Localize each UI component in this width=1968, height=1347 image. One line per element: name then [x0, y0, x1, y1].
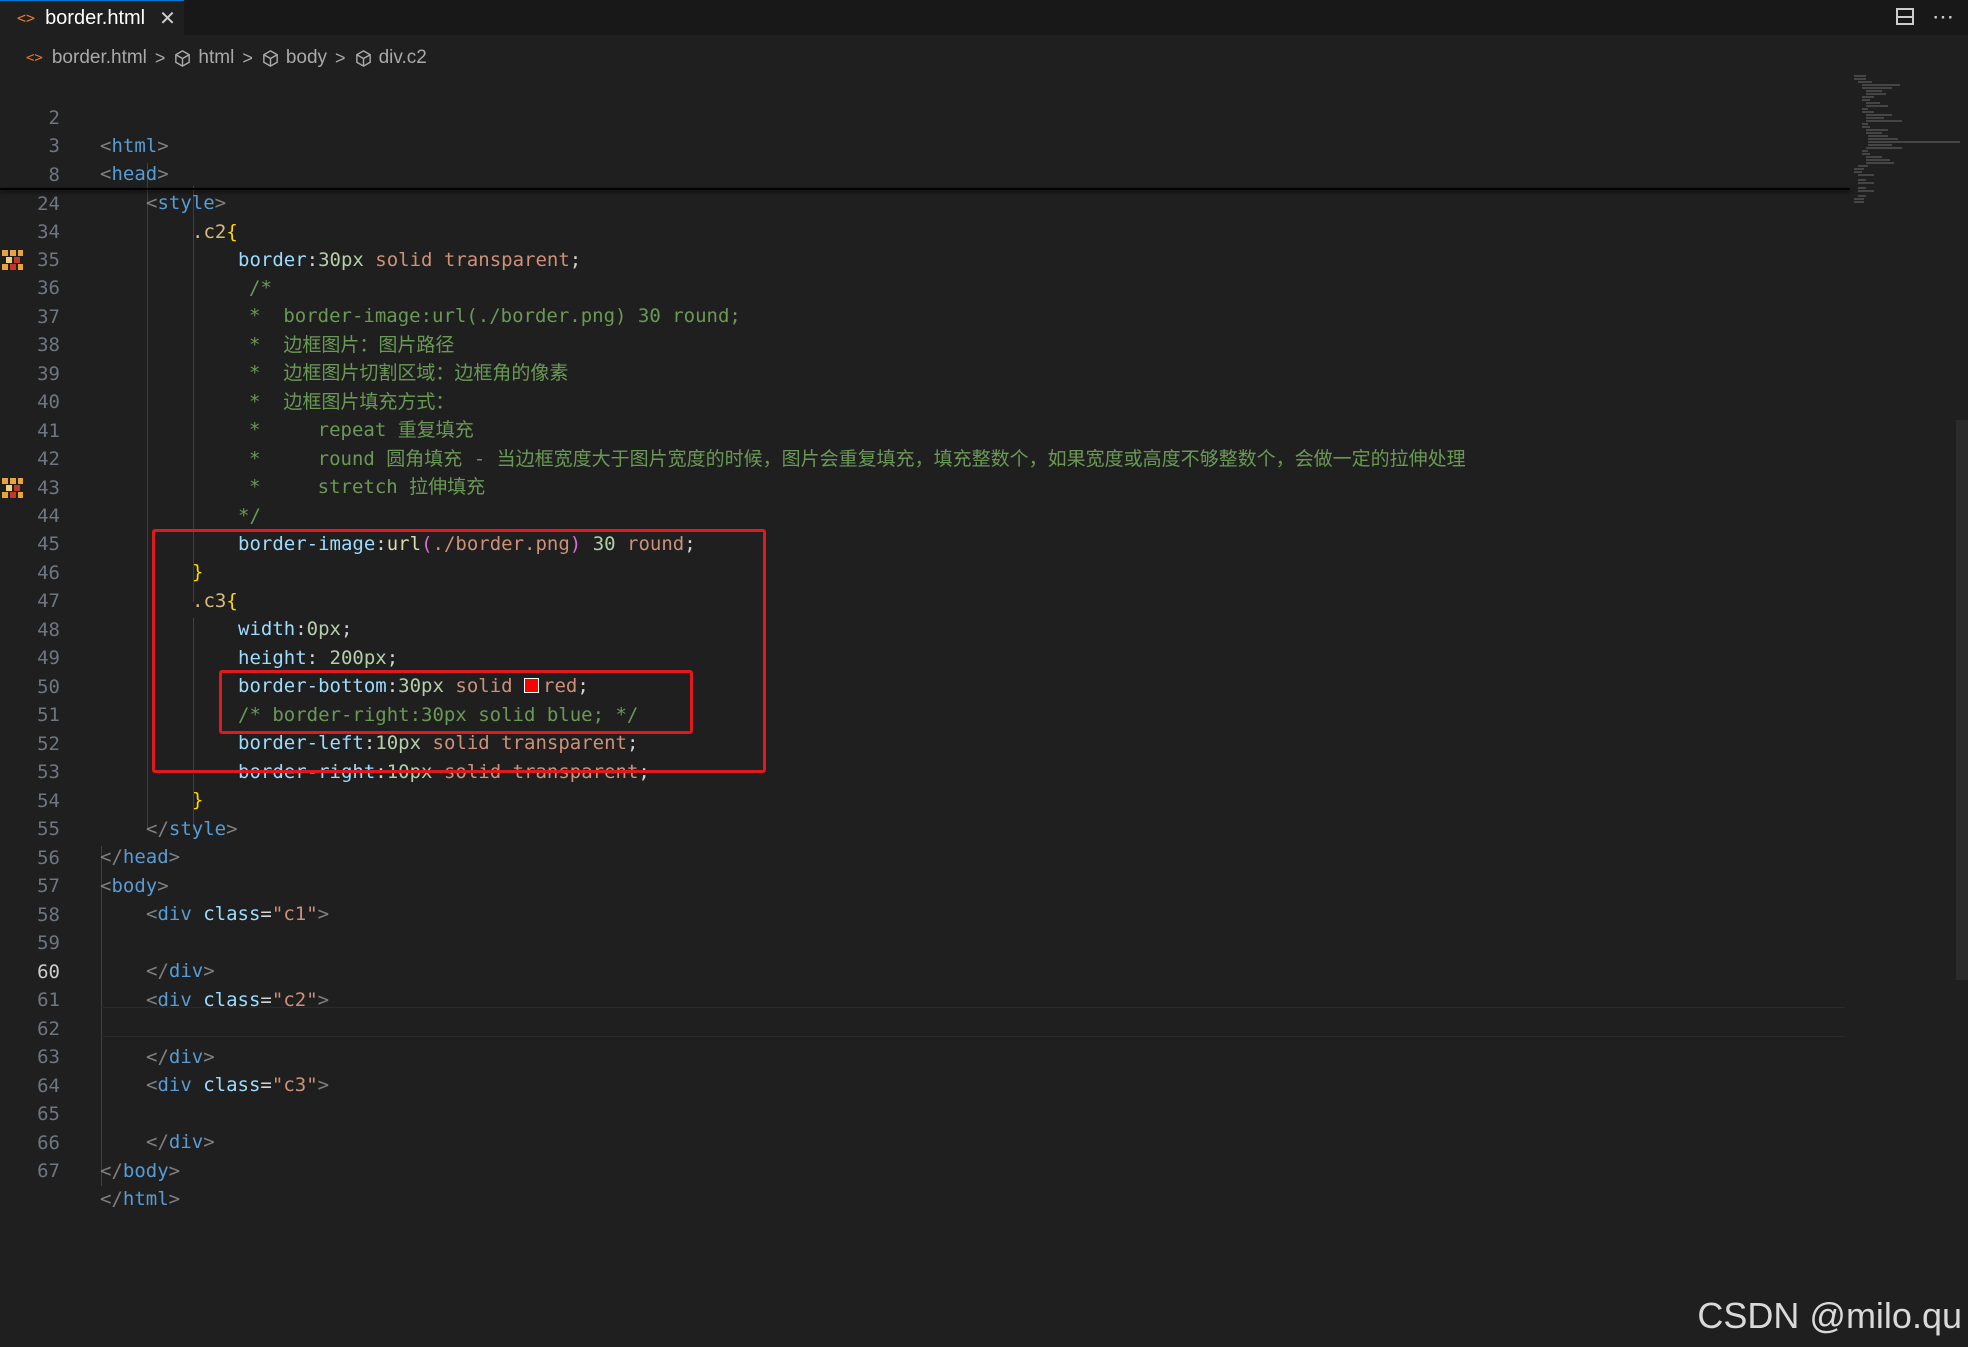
code-line[interactable]: 38 * 边框图片切割区域：边框角的像素 — [0, 303, 1850, 384]
breadcrumb-file-label: border.html — [51, 47, 147, 68]
code-line[interactable]: 58 — [0, 873, 1850, 926]
tab-border-html[interactable]: <> border.html ✕ — [0, 0, 184, 35]
minimap[interactable] — [1852, 74, 1962, 214]
code-line[interactable]: 44 border-image:url(./border.png) 30 rou… — [0, 474, 1850, 555]
code-line[interactable]: 60 <div class="c2"> — [0, 930, 1850, 1011]
code-line[interactable]: 35 /* — [0, 218, 1850, 299]
vertical-scrollbar[interactable] — [1956, 420, 1968, 980]
code-line[interactable]: 62 </div> — [0, 987, 1850, 1068]
code-line[interactable]: 45 } — [0, 502, 1850, 583]
code-line[interactable]: 65 </div> — [0, 1072, 1850, 1153]
code-line[interactable]: 37 * 边框图片：图片路径 — [0, 275, 1850, 356]
breadcrumb: <> border.html > html > body > div.c2 — [26, 44, 427, 72]
chevron-right-icon: > — [154, 47, 166, 68]
html-file-icon: <> — [26, 50, 43, 66]
close-icon[interactable]: ✕ — [159, 6, 176, 31]
code-line[interactable]: 41 * round 圆角填充 - 当边框宽度大于图片宽度的时候，图片会重复填充… — [0, 389, 1850, 470]
code-line[interactable]: 2 <html> — [0, 76, 1850, 157]
code-line[interactable]: 67 </html> — [0, 1129, 1850, 1210]
code-line[interactable]: 64 — [0, 1044, 1850, 1097]
code-line[interactable]: 57 <div class="c1"> — [0, 844, 1850, 925]
tab-bar: <> border.html ✕ ⋯ — [0, 0, 1968, 35]
breadcrumb-file[interactable]: <> border.html — [26, 47, 147, 69]
code-line[interactable]: 43 */ — [0, 446, 1850, 527]
chevron-right-icon: > — [335, 47, 346, 68]
breadcrumb-label: html — [198, 47, 235, 68]
breadcrumb-label: div.c2 — [378, 47, 427, 68]
breadcrumb-item-body[interactable]: body — [261, 47, 327, 69]
breadcrumb-item-html[interactable]: html — [173, 47, 234, 69]
split-editor-icon[interactable] — [1896, 8, 1914, 25]
breadcrumb-label: body — [285, 47, 328, 68]
code-line[interactable]: 3 <head> — [0, 104, 1850, 185]
line-number: 67 — [37, 1160, 60, 1182]
tab-label: border.html — [45, 6, 146, 29]
html-file-icon: <> — [17, 9, 36, 27]
code-line[interactable]: 8 <style> — [0, 133, 1850, 214]
element-cube-icon — [262, 49, 278, 67]
code-line[interactable]: 61 — [0, 958, 1850, 1011]
code-line[interactable]: 39 * 边框图片填充方式： — [0, 332, 1850, 413]
code-editor[interactable]: 2 <html> 3 <head> 8 <style> 24 .c2{ 34 b… — [0, 76, 1968, 1347]
code-line[interactable]: 24 .c2{ — [0, 162, 1850, 243]
code-line[interactable]: 56 <body> — [0, 816, 1850, 897]
element-cube-icon — [175, 49, 191, 67]
chevron-right-icon: > — [242, 47, 253, 68]
code-line[interactable]: 55 </head> — [0, 787, 1850, 868]
code-line[interactable]: 42 * stretch 拉伸填充 — [0, 417, 1850, 498]
code-line[interactable]: 63 <div class="c3"> — [0, 1015, 1850, 1096]
more-actions-icon[interactable]: ⋯ — [1932, 4, 1954, 30]
code-line[interactable]: 40 * repeat 重复填充 — [0, 360, 1850, 441]
watermark: CSDN @milo.qu — [1697, 1295, 1962, 1336]
element-cube-icon — [355, 49, 371, 67]
code-line[interactable]: 34 border:30px solid transparent; — [0, 190, 1850, 271]
highlight-box-c3-rule — [152, 529, 766, 773]
code-line[interactable]: 66 </body> — [0, 1101, 1850, 1182]
breadcrumb-item-div-c2[interactable]: div.c2 — [354, 47, 427, 69]
highlight-box-border-left-right — [219, 670, 693, 734]
code-line[interactable]: 36 * border-image:url(./border.png) 30 r… — [0, 246, 1850, 327]
editor-actions: ⋯ — [1896, 4, 1954, 30]
code-line[interactable]: 59 </div> — [0, 901, 1850, 982]
